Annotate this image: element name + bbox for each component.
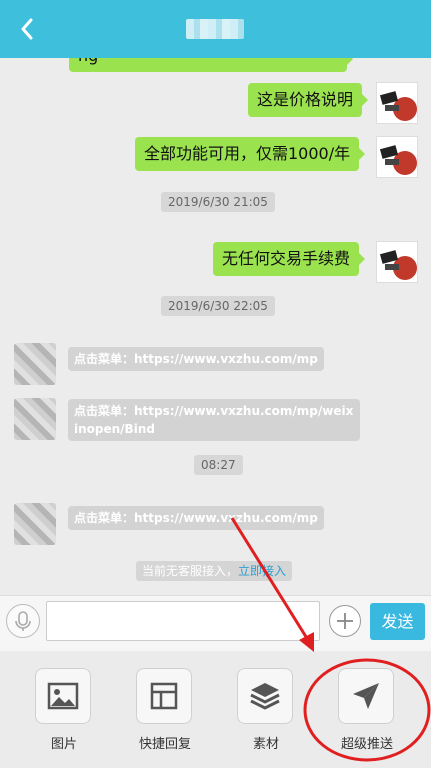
tool-label: 超级推送 (340, 737, 393, 752)
input-bar: 发送 (0, 595, 431, 652)
avatar[interactable] (376, 241, 418, 283)
message-bubble: ng (69, 58, 353, 72)
chevron-left-icon[interactable] (14, 15, 42, 43)
timestamp: 2019/6/30 22:05 (161, 296, 275, 316)
message-bubble: 这是价格说明 (248, 83, 369, 117)
avatar[interactable] (14, 503, 56, 545)
avatar[interactable] (14, 398, 56, 440)
message-bubble[interactable]: 点击菜单：https://www.vxzhu.com/mp (68, 347, 324, 371)
avatar[interactable] (376, 136, 418, 178)
tool-super-push[interactable]: 超级推送 (338, 668, 396, 752)
message-bubble: 全部功能可用，仅需1000/年 (135, 137, 366, 171)
send-button[interactable]: 发送 (370, 603, 425, 640)
avatar[interactable] (376, 82, 418, 124)
avatar[interactable] (14, 343, 56, 385)
quick-reply-icon (136, 668, 192, 724)
tools-panel: 图片 快捷回复 素材 超级推送 (0, 651, 431, 768)
service-status-bar: 当前无客服接入，立即接入 (136, 561, 293, 581)
image-icon (35, 668, 91, 724)
message-bubble[interactable]: 点击菜单：https://www.vxzhu.com/mp/weixinopen… (68, 399, 360, 441)
tool-materials[interactable]: 素材 (237, 668, 295, 752)
timestamp: 2019/6/30 21:05 (161, 192, 275, 212)
send-plane-icon (338, 668, 394, 724)
plus-icon[interactable] (329, 605, 361, 637)
connect-now-link[interactable]: 立即接入 (238, 564, 286, 578)
tool-quick-reply[interactable]: 快捷回复 (136, 668, 194, 752)
contact-name-blurred (186, 19, 244, 39)
microphone-icon[interactable] (6, 604, 40, 638)
message-bubble[interactable]: 点击菜单：https://www.vxzhu.com/mp (68, 506, 324, 530)
timestamp: 08:27 (194, 455, 243, 475)
tool-image[interactable]: 图片 (35, 668, 93, 752)
tool-label: 图片 (50, 737, 77, 752)
layers-icon (237, 668, 293, 724)
tool-label: 快捷回复 (138, 737, 191, 752)
tool-label: 素材 (252, 737, 279, 752)
chat-area[interactable]: ng 这是价格说明 全部功能可用，仅需1000/年 2019/6/30 21:0… (0, 58, 431, 595)
message-input[interactable] (46, 601, 320, 641)
message-bubble: 无任何交易手续费 (213, 242, 366, 276)
top-bar (0, 0, 431, 58)
